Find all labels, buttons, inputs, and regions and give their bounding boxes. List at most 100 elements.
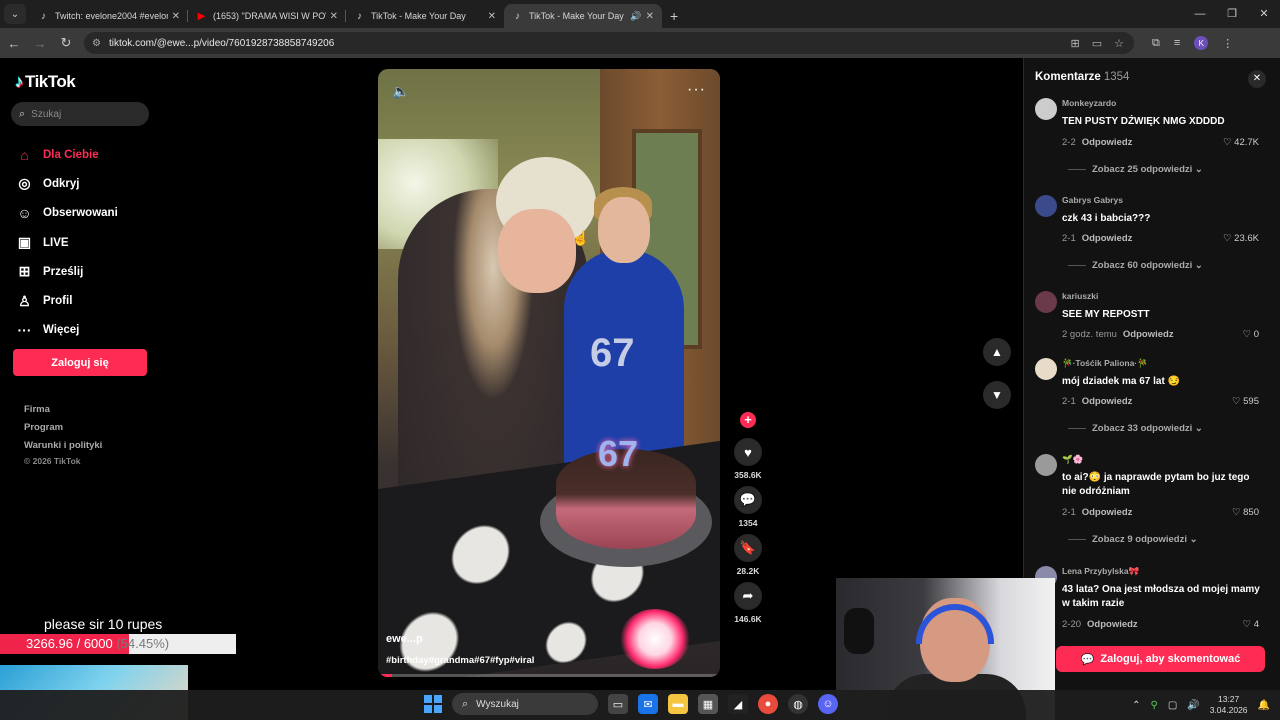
footer-link-program[interactable]: Program <box>24 422 102 440</box>
comment-like[interactable]: ♡ 0 <box>1243 329 1259 340</box>
previous-video-button[interactable]: ▲ <box>983 338 1011 366</box>
view-replies-button[interactable]: Zobacz 25 odpowiedzi ⌄ <box>1068 164 1203 175</box>
windows-start-icon[interactable] <box>424 695 442 713</box>
search-input[interactable]: ⌕ Szukaj <box>11 102 149 126</box>
nav-item-following[interactable]: ☺ Obserwowani <box>16 199 117 228</box>
reply-button[interactable]: Odpowiedz <box>1087 619 1138 630</box>
profile-avatar[interactable]: K <box>1194 36 1209 50</box>
volume-tray-icon[interactable]: 🔊 <box>1187 700 1199 711</box>
tab-search-button[interactable]: ⌄ <box>4 4 26 24</box>
comment-icon[interactable]: 💬 <box>734 486 762 514</box>
taskbar-search[interactable]: ⌕ Wyszukaj <box>452 693 598 715</box>
nav-item-explore[interactable]: ◎ Odkryj <box>16 169 118 198</box>
next-video-button[interactable]: ▼ <box>983 381 1011 409</box>
speaker-icon[interactable]: 🔊 <box>630 11 641 22</box>
app-icon[interactable]: ◢ <box>728 694 748 714</box>
url-field[interactable]: ⚙ tiktok.com/@ewe...p/video/760192873885… <box>84 32 1134 54</box>
extensions-icon[interactable]: ⧉ <box>1152 37 1160 50</box>
chrome-icon[interactable]: ● <box>758 694 778 714</box>
avatar[interactable] <box>1035 195 1057 217</box>
avatar[interactable] <box>1035 98 1057 120</box>
volume-icon[interactable]: 🔈 <box>392 83 409 100</box>
outlook-icon[interactable]: ✉ <box>638 694 658 714</box>
avatar[interactable] <box>1035 291 1057 313</box>
close-comments-button[interactable]: ✕ <box>1248 70 1266 88</box>
video-player[interactable]: 67 67 🔈 ··· ewe...p #birthday#grandma#67… <box>378 69 720 677</box>
like-action[interactable]: ♥ 358.6K <box>733 438 763 480</box>
close-tab-icon[interactable]: ✕ <box>172 11 180 22</box>
video-hashtags[interactable]: #birthday#grandma#67#fyp#viral <box>386 655 534 666</box>
discord-icon[interactable]: ☺ <box>818 694 838 714</box>
nav-item-more[interactable]: ··· Więcej <box>16 316 118 345</box>
reply-button[interactable]: Odpowiedz <box>1082 507 1133 518</box>
nav-item-live[interactable]: ▣ LIVE <box>16 228 118 257</box>
follow-plus-button[interactable]: + <box>740 412 756 428</box>
comment-user[interactable]: Gabrys Gabrys <box>1062 195 1123 205</box>
view-replies-button[interactable]: Zobacz 60 odpowiedzi ⌄ <box>1068 260 1203 271</box>
footer-link-company[interactable]: Firma <box>24 404 102 422</box>
save-action[interactable]: 🔖 28.2K <box>733 534 763 576</box>
bookmark-icon[interactable]: 🔖 <box>734 534 762 562</box>
back-icon[interactable]: ← <box>2 36 26 51</box>
new-tab-button[interactable]: + <box>670 4 678 28</box>
video-author[interactable]: ewe...p <box>386 633 423 645</box>
tiktok-logo[interactable]: ♪ TikTok <box>15 72 76 92</box>
tray-app-icon[interactable]: ⚲ <box>1150 700 1157 711</box>
comment-user[interactable]: 🌱🌸 <box>1062 454 1083 465</box>
browser-menu-icon[interactable]: ⋮ <box>1222 37 1233 50</box>
comment-like[interactable]: ♡ 595 <box>1232 396 1259 407</box>
media-icon[interactable]: ≡ <box>1174 37 1180 49</box>
comment-user[interactable]: Monkeyzardo <box>1062 98 1116 108</box>
login-button[interactable]: Zaloguj się <box>13 349 147 376</box>
reply-button[interactable]: Odpowiedz <box>1082 137 1133 148</box>
translate-icon[interactable]: ⊞ <box>1071 37 1080 50</box>
share-icon[interactable]: ➦ <box>734 582 762 610</box>
video-progress-bar[interactable] <box>378 674 720 677</box>
reply-button[interactable]: Odpowiedz <box>1082 396 1133 407</box>
cast-icon[interactable]: ▭ <box>1092 37 1102 50</box>
close-window-button[interactable]: ✕ <box>1248 0 1280 28</box>
obs-icon[interactable]: ◍ <box>788 694 808 714</box>
heart-icon[interactable]: ♥ <box>734 438 762 466</box>
close-tab-icon[interactable]: ✕ <box>488 11 496 22</box>
file-explorer-icon[interactable]: ▬ <box>668 694 688 714</box>
comment-like[interactable]: ♡ 850 <box>1232 507 1259 518</box>
minimize-button[interactable]: — <box>1184 0 1216 28</box>
tray-overflow-icon[interactable]: ⌃ <box>1132 700 1140 711</box>
view-replies-button[interactable]: Zobacz 9 odpowiedzi ⌄ <box>1068 534 1198 545</box>
comment-user[interactable]: 🎋·Tośćik Paliona·🎋 <box>1062 358 1148 369</box>
reply-button[interactable]: Odpowiedz <box>1123 329 1174 340</box>
avatar[interactable] <box>1035 454 1057 476</box>
comment-user[interactable]: Lena Przybylska🎀 <box>1062 566 1139 577</box>
nav-item-for-you[interactable]: ⌂ Dla Ciebie <box>16 140 118 169</box>
close-tab-icon[interactable]: ✕ <box>330 11 338 22</box>
comment-user[interactable]: kariuszki <box>1062 291 1098 301</box>
login-to-comment-button[interactable]: 💬 Zaloguj, aby skomentować <box>1056 646 1265 672</box>
browser-tab[interactable]: ▶ (1653) "DRAMA WISI W POWIE ✕ <box>188 4 346 28</box>
store-icon[interactable]: ▦ <box>698 694 718 714</box>
nav-item-profile[interactable]: ♙ Profil <box>16 286 118 315</box>
browser-tab[interactable]: ♪ Twitch: evelone2004 #evelone ✕ <box>30 4 188 28</box>
comment-like[interactable]: ♡ 4 <box>1243 619 1259 630</box>
share-action[interactable]: ➦ 146.6K <box>733 582 763 624</box>
system-clock[interactable]: 13:27 3.04.2026 <box>1210 694 1248 716</box>
forward-icon[interactable]: → <box>28 36 52 51</box>
avatar[interactable] <box>1035 358 1057 380</box>
close-tab-icon[interactable]: ✕ <box>646 11 654 22</box>
notification-icon[interactable]: 🔔 <box>1258 700 1270 711</box>
bookmark-star-icon[interactable]: ☆ <box>1114 37 1124 50</box>
comment-action[interactable]: 💬 1354 <box>733 486 763 528</box>
reply-button[interactable]: Odpowiedz <box>1082 233 1133 244</box>
site-info-icon[interactable]: ⚙ <box>92 38 101 49</box>
restore-button[interactable]: ❐ <box>1216 0 1248 28</box>
browser-tab-active[interactable]: ♪ TikTok - Make Your Day 🔊 ✕ <box>504 4 662 28</box>
comment-like[interactable]: ♡ 23.6K <box>1223 233 1259 244</box>
task-view-icon[interactable]: ▭ <box>608 694 628 714</box>
browser-tab[interactable]: ♪ TikTok - Make Your Day ✕ <box>346 4 504 28</box>
network-icon[interactable]: ▢ <box>1168 700 1177 711</box>
view-replies-button[interactable]: Zobacz 33 odpowiedzi ⌄ <box>1068 423 1203 434</box>
more-options-icon[interactable]: ··· <box>687 81 706 99</box>
reload-icon[interactable]: ↻ <box>54 35 78 51</box>
nav-item-upload[interactable]: ⊞ Prześlij <box>16 257 118 286</box>
comment-like[interactable]: ♡ 42.7K <box>1223 137 1259 148</box>
